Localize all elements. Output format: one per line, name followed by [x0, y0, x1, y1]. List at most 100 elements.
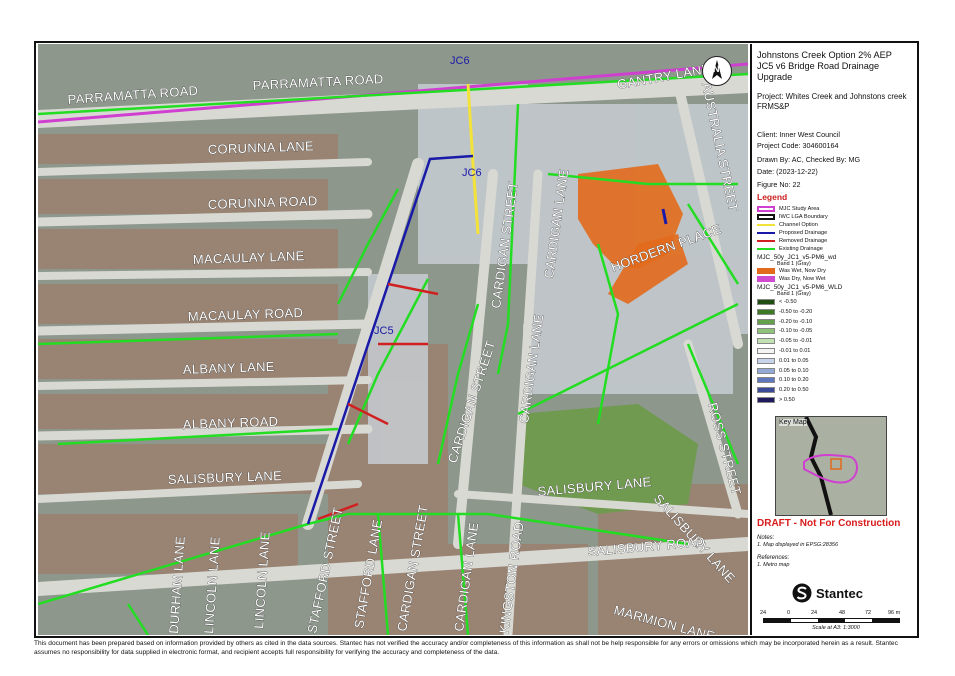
legend-item-wld: 0.01 to 0.05	[757, 357, 809, 365]
wld-band: Band 1 (Gray)	[777, 291, 811, 297]
legend-item-removed-drainage: Removed Drainage	[757, 237, 827, 245]
key-map-label: Key Map	[779, 419, 807, 426]
legend-item-wld: -0.10 to -0.05	[757, 327, 812, 335]
figure-no-text: Figure No: 22	[757, 180, 801, 189]
legend-label: 0.01 to 0.05	[779, 357, 809, 364]
legend-item-wld: > 0.50	[757, 396, 795, 404]
stantec-logo-icon	[792, 583, 812, 603]
wld-layer-name: MJC_50y_JC1_v5-PM6_WLD	[757, 284, 843, 291]
legend-swatch	[757, 318, 775, 325]
legend-item-lga-boundary: IWC LGA Boundary	[757, 213, 828, 221]
map-title-line2: JC5 v6 Bridge Road Drainage	[757, 61, 880, 71]
north-label: N	[713, 64, 720, 74]
scale-tick-labels: 24 0 24 48 72 96 m	[760, 610, 910, 617]
legend-label: Existing Drainage	[779, 246, 823, 252]
legend-swatch	[757, 357, 775, 364]
scale-tick: 96 m	[888, 610, 901, 616]
map-title-line1: Johnstons Creek Option 2% AEP	[757, 50, 892, 60]
legend-label: Channel Option	[779, 222, 818, 228]
key-map: Key Map	[775, 416, 887, 516]
legend-swatch	[757, 276, 775, 282]
street-label: ALBANY LANE	[183, 359, 275, 377]
draft-warning: DRAFT - Not For Construction	[757, 518, 901, 529]
legend-item-wld: 0.05 to 0.10	[757, 367, 809, 375]
brand-name: Stantec	[816, 585, 863, 601]
drawn-by-text: Drawn By: AC, Checked By: MG	[757, 155, 861, 164]
legend-item-wld: -0.20 to -0.10	[757, 318, 812, 326]
scale-tick: 24	[760, 610, 767, 616]
legend-item-proposed-drainage: Proposed Drainage	[757, 229, 827, 237]
channel-label: JC5	[374, 325, 394, 337]
legend-heading: Legend	[757, 192, 788, 202]
stantec-logo: Stantec	[792, 582, 863, 604]
project-text: Project: Whites Creek and Johnstons cree…	[757, 92, 907, 111]
legend-swatch	[757, 338, 775, 345]
aerial-map[interactable]: PARRAMATTA ROAD PARRAMATTA ROAD CORUNNA …	[38, 44, 748, 635]
title-panel: Johnstons Creek Option 2% AEP JC5 v6 Bri…	[750, 44, 916, 635]
legend-item-dry-wet: Was Dry, Now Wet	[757, 275, 826, 283]
references-heading: References:	[757, 555, 790, 561]
legend-label: Was Dry, Now Wet	[779, 276, 826, 282]
legend-swatch	[757, 248, 775, 250]
wd-layer-name: MJC_50y_JC1_v5-PM6_wd	[757, 254, 837, 261]
legend-label: 0.10 to 0.20	[779, 377, 809, 384]
legend-label: -0.05 to -0.01	[779, 338, 813, 345]
legend-swatch	[757, 387, 775, 394]
notes-line1: 1. Map displayed in EPSG:28356	[757, 542, 839, 548]
legend-item-wld: < -0.50	[757, 298, 797, 306]
legend-item-existing-drainage: Existing Drainage	[757, 245, 823, 253]
north-arrow: N	[702, 56, 732, 86]
legend-item-wld: -0.01 to 0.01	[757, 347, 810, 355]
legend-label: -0.10 to -0.05	[779, 328, 813, 335]
legend-swatch	[757, 308, 775, 315]
legend-label: -0.01 to 0.01	[779, 348, 811, 354]
legend-swatch	[757, 377, 775, 384]
channel-label: JC6	[462, 167, 482, 179]
legend-swatch	[757, 397, 775, 403]
legend-item-wet-dry: Was Wet, Now Dry	[757, 267, 826, 275]
channel-label: JC6	[450, 55, 470, 67]
scale-tick: 72	[865, 610, 872, 616]
legend-swatch	[757, 328, 775, 335]
key-map-canvas	[776, 417, 886, 515]
legend-label: > 0.50	[779, 397, 795, 403]
legend-label: MJC Study Area	[779, 206, 820, 212]
date-text: Date: (2023-12-22)	[757, 167, 818, 176]
notes-heading: Notes:	[757, 535, 775, 541]
legend-label: 0.05 to 0.10	[779, 367, 809, 374]
references-line1: 1. Metro map	[757, 562, 790, 568]
legend-label: IWC LGA Boundary	[779, 214, 828, 220]
legend-label: 0.20 to 0.50	[779, 387, 809, 394]
legend-label: Proposed Drainage	[779, 230, 828, 236]
legend-swatch	[757, 268, 775, 274]
scale-tick: 24	[811, 610, 818, 616]
legend-swatch	[757, 367, 775, 374]
map-canvas: PARRAMATTA ROAD PARRAMATTA ROAD CORUNNA …	[38, 44, 748, 635]
legend-item-wld: 0.20 to 0.50	[757, 386, 809, 394]
legend-swatch	[757, 214, 775, 220]
scale-bar-graphic	[763, 618, 900, 623]
legend-label: -0.50 to -0.20	[779, 308, 813, 315]
legend-swatch	[757, 240, 775, 242]
legend-swatch	[757, 348, 775, 354]
map-title-line3: Upgrade	[757, 72, 793, 82]
legend-swatch	[757, 206, 775, 212]
scale-bar: 24 0 24 48 72 96 m Scale at A3: 1:3000	[760, 610, 910, 632]
legend-item-wld: -0.50 to -0.20	[757, 308, 812, 316]
project-code-text: Project Code: 304600164	[757, 141, 839, 150]
disclaimer-text: This document has been prepared based on…	[34, 640, 898, 656]
legend-item-study-area: MJC Study Area	[757, 205, 819, 213]
legend-swatch	[757, 232, 775, 234]
client-text: Client: Inner West Council	[757, 130, 840, 139]
legend-swatch	[757, 299, 775, 305]
legend-label: Removed Drainage	[779, 238, 828, 244]
legend-label: Was Wet, Now Dry	[779, 268, 826, 274]
scale-tick: 0	[787, 610, 791, 616]
legend-label: -0.20 to -0.10	[779, 318, 813, 325]
scale-tick: 48	[839, 610, 846, 616]
legend-item-wld: 0.10 to 0.20	[757, 376, 809, 384]
scale-text: Scale at A3: 1:3000	[812, 625, 860, 631]
legend-item-channel-option: Channel Option	[757, 221, 818, 229]
legend-swatch	[757, 224, 775, 226]
legend-label: < -0.50	[779, 299, 797, 305]
